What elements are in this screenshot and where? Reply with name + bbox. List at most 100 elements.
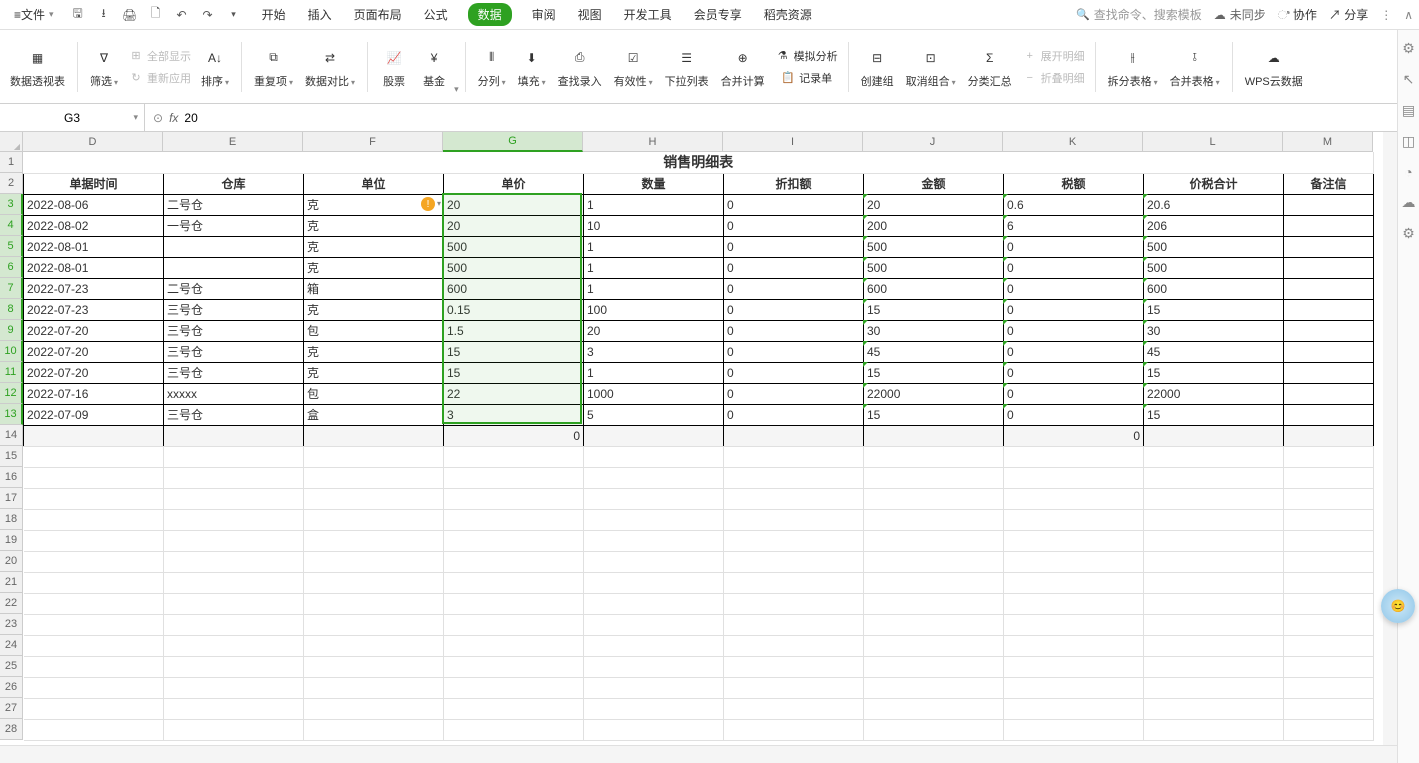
open-icon[interactable]: ⭳ — [96, 7, 112, 23]
cell[interactable] — [1004, 467, 1144, 488]
row-header-5[interactable]: 5 — [0, 236, 23, 257]
cell[interactable]: 20 — [444, 194, 584, 215]
cell[interactable]: 5 — [584, 404, 724, 425]
cell[interactable] — [864, 425, 1004, 446]
cell[interactable] — [304, 698, 444, 719]
row-header-2[interactable]: 2 — [0, 173, 23, 194]
cell[interactable] — [1004, 572, 1144, 593]
cell[interactable] — [1284, 593, 1374, 614]
fx-icon[interactable]: fx — [169, 111, 178, 125]
cell[interactable]: 0 — [724, 404, 864, 425]
expand-detail-button[interactable]: +展开明细 — [1018, 46, 1089, 66]
cell[interactable]: 15 — [864, 362, 1004, 383]
side-form-icon[interactable]: ▤ — [1402, 102, 1415, 119]
cell[interactable]: 包 — [304, 320, 444, 341]
cell[interactable] — [584, 509, 724, 530]
cell[interactable] — [1144, 614, 1284, 635]
cell[interactable]: 500 — [864, 236, 1004, 257]
qat-dropdown-icon[interactable]: ▾ — [226, 7, 242, 23]
cell[interactable]: 6 — [1004, 215, 1144, 236]
cell[interactable] — [444, 509, 584, 530]
cell[interactable] — [584, 698, 724, 719]
cell[interactable]: 1000 — [584, 383, 724, 404]
row-header-19[interactable]: 19 — [0, 530, 23, 551]
cell[interactable] — [1284, 719, 1374, 740]
cell[interactable] — [444, 677, 584, 698]
cell[interactable]: 备注信 — [1284, 173, 1374, 194]
cell[interactable]: 1 — [584, 362, 724, 383]
cell[interactable] — [304, 446, 444, 467]
text-to-columns-button[interactable]: ⫴分列 — [472, 43, 512, 91]
cell[interactable] — [1004, 698, 1144, 719]
cell[interactable] — [584, 488, 724, 509]
cell[interactable] — [724, 614, 864, 635]
row-header-26[interactable]: 26 — [0, 677, 23, 698]
cell[interactable] — [1284, 362, 1374, 383]
cell[interactable]: 2022-07-23 — [24, 278, 164, 299]
side-select-icon[interactable]: ↖ — [1403, 71, 1415, 88]
cell[interactable] — [304, 719, 444, 740]
cell[interactable] — [444, 572, 584, 593]
horizontal-scrollbar[interactable] — [0, 745, 1397, 763]
cell[interactable] — [24, 614, 164, 635]
cell[interactable]: 30 — [1144, 320, 1284, 341]
row-header-14[interactable]: 14 — [0, 425, 23, 446]
cell[interactable]: 2022-08-01 — [24, 257, 164, 278]
cell[interactable] — [304, 677, 444, 698]
row-header-17[interactable]: 17 — [0, 488, 23, 509]
cell[interactable] — [724, 467, 864, 488]
cell[interactable]: 1.5 — [444, 320, 584, 341]
cell[interactable]: 2022-07-16 — [24, 383, 164, 404]
cell[interactable] — [1284, 278, 1374, 299]
tab-页面布局[interactable]: 页面布局 — [352, 2, 404, 27]
cell[interactable] — [1004, 551, 1144, 572]
row-header-15[interactable]: 15 — [0, 446, 23, 467]
cell[interactable] — [724, 425, 864, 446]
cell[interactable]: 0 — [1004, 236, 1144, 257]
cell[interactable]: 盒 — [304, 404, 444, 425]
row-header-20[interactable]: 20 — [0, 551, 23, 572]
cell[interactable] — [584, 593, 724, 614]
cell[interactable]: 0 — [724, 362, 864, 383]
cell[interactable] — [24, 677, 164, 698]
cell[interactable] — [864, 698, 1004, 719]
cell[interactable] — [24, 467, 164, 488]
row-header-8[interactable]: 8 — [0, 299, 23, 320]
command-search[interactable]: 查找命令、搜索模板 — [1076, 6, 1202, 23]
cell[interactable]: 三号仓 — [164, 362, 304, 383]
cell[interactable] — [164, 257, 304, 278]
cell[interactable]: 0 — [724, 320, 864, 341]
cell[interactable]: 15 — [1144, 299, 1284, 320]
cell[interactable] — [1004, 488, 1144, 509]
cell[interactable] — [444, 446, 584, 467]
cell[interactable]: 0 — [1004, 320, 1144, 341]
cell[interactable] — [304, 656, 444, 677]
cell[interactable] — [1004, 530, 1144, 551]
cell[interactable]: 206 — [1144, 215, 1284, 236]
cell[interactable]: 一号仓 — [164, 215, 304, 236]
cell[interactable] — [1284, 299, 1374, 320]
cell[interactable] — [584, 635, 724, 656]
cell[interactable]: 克 — [304, 215, 444, 236]
cell[interactable] — [1284, 236, 1374, 257]
error-dropdown-icon[interactable]: ▾ — [437, 199, 441, 208]
cell[interactable]: 二号仓 — [164, 278, 304, 299]
cell[interactable] — [304, 572, 444, 593]
column-header-G[interactable]: G — [443, 132, 583, 152]
cell[interactable]: 箱 — [304, 278, 444, 299]
cell[interactable] — [1004, 509, 1144, 530]
collab-button[interactable]: ಿ 协作 — [1278, 6, 1317, 23]
cell[interactable] — [444, 467, 584, 488]
cell[interactable]: 二号仓 — [164, 194, 304, 215]
cell[interactable]: 2022-07-23 — [24, 299, 164, 320]
cell[interactable] — [1144, 635, 1284, 656]
ungroup-button[interactable]: ⊡取消组合 — [900, 43, 962, 91]
cell[interactable] — [584, 530, 724, 551]
fill-button[interactable]: ⬇填充 — [512, 43, 552, 91]
cell[interactable] — [1284, 656, 1374, 677]
cell[interactable] — [1144, 593, 1284, 614]
cell[interactable]: 包 — [304, 383, 444, 404]
cell[interactable] — [1284, 677, 1374, 698]
cell[interactable] — [584, 446, 724, 467]
cell[interactable]: 500 — [444, 257, 584, 278]
